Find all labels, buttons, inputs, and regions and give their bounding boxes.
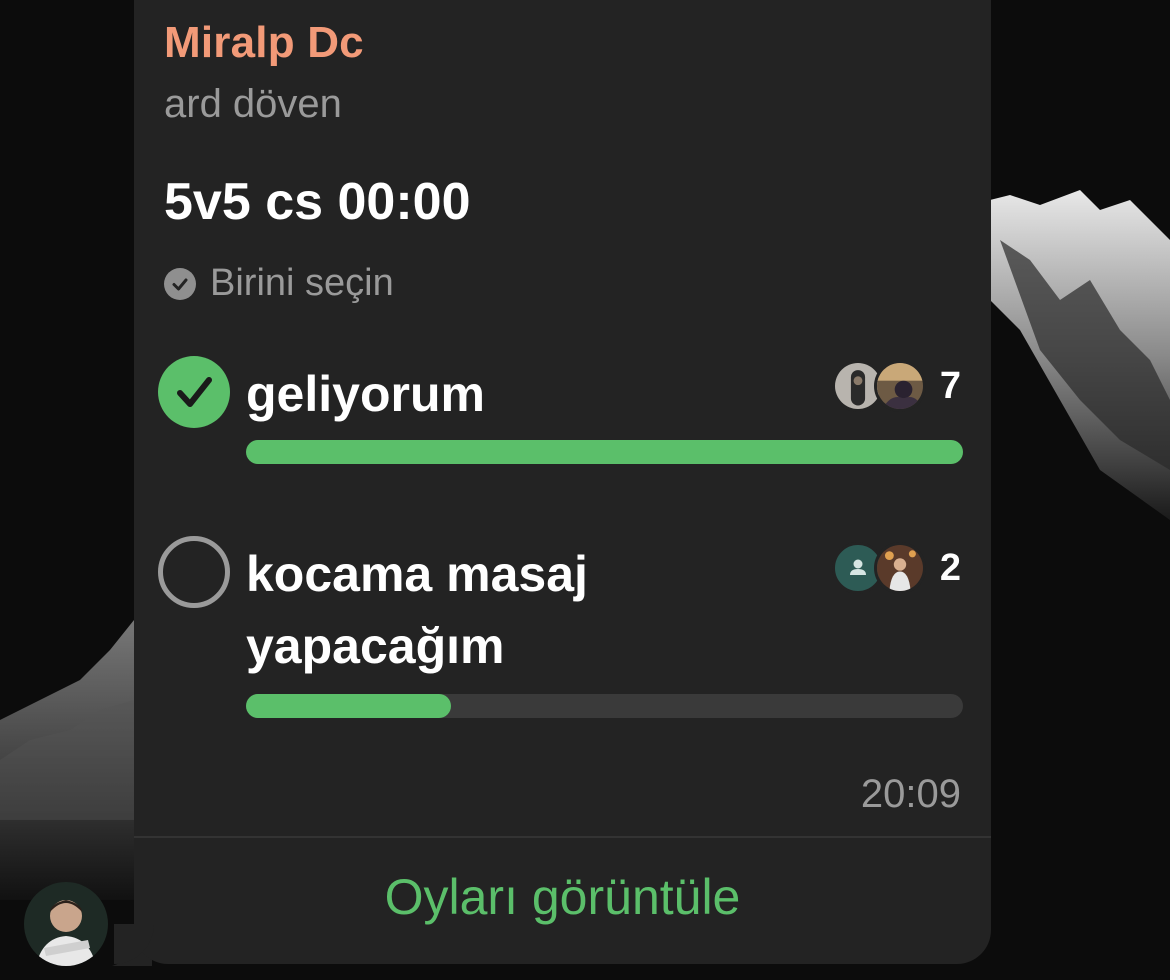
sender-avatar[interactable] — [24, 882, 108, 966]
view-votes-button[interactable]: Oyları görüntüle — [134, 868, 991, 926]
divider — [134, 836, 991, 838]
vote-progress-bar — [246, 440, 963, 464]
vote-count: 7 — [939, 364, 961, 407]
unselected-radio-icon[interactable] — [158, 536, 230, 608]
poll-type-label: Birini seçin — [210, 262, 394, 304]
message-timestamp: 20:09 — [860, 772, 961, 816]
poll-message-bubble: Miralp Dc ard döven 5v5 cs 00:00 Birini … — [114, 0, 991, 964]
voter-avatars: 2 — [831, 542, 961, 594]
sender-subtitle: ard döven — [164, 82, 342, 126]
poll-option-label: geliyorum — [246, 366, 485, 422]
vote-progress-bar — [246, 694, 963, 718]
sender-name[interactable]: Miralp Dc — [164, 18, 364, 68]
avatar — [873, 542, 926, 594]
vote-progress-fill — [246, 694, 452, 718]
vote-progress-fill — [246, 440, 963, 464]
avatar — [873, 360, 926, 412]
poll-option-label-line1: kocama masaj — [246, 546, 588, 602]
selected-check-icon[interactable] — [158, 356, 230, 428]
check-circle-icon — [164, 267, 196, 300]
poll-question: 5v5 cs 00:00 — [164, 173, 471, 231]
poll-type: Birini seçin — [164, 262, 394, 305]
voter-avatars: 7 — [831, 360, 961, 412]
vote-count: 2 — [939, 546, 961, 589]
poll-option-label-line2: yapacağım — [246, 618, 505, 674]
